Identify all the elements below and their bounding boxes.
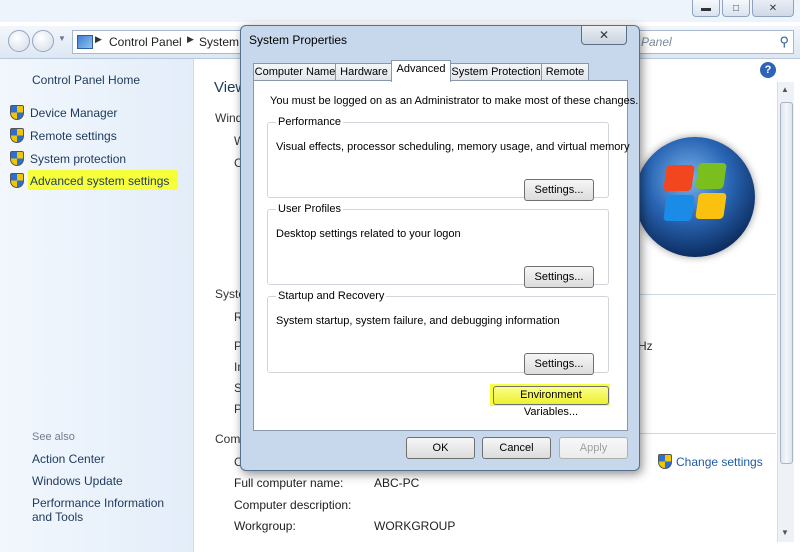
sidebar-item-label: Device Manager [30, 105, 118, 120]
user-profiles-group: User Profiles Desktop settings related t… [267, 203, 609, 288]
apply-button[interactable]: Apply [559, 437, 628, 459]
sidebar-item-label: System protection [30, 151, 127, 166]
change-settings-label: Change settings [676, 454, 763, 469]
shield-icon [10, 128, 24, 143]
sidebar-item-advanced-system-settings[interactable]: Advanced system settings [10, 173, 169, 188]
divider [634, 433, 776, 434]
forward-button[interactable] [32, 30, 54, 52]
sidebar-item-system-protection[interactable]: System protection [10, 151, 126, 166]
close-button[interactable]: ✕ [752, 0, 794, 17]
breadcrumb-arrow-icon[interactable]: ▶ [187, 34, 194, 45]
search-text-fragment: Panel [641, 35, 672, 49]
search-icon[interactable]: ⚲ [779, 34, 789, 50]
window-controls: ▬ □ ✕ [692, 0, 794, 17]
window-title-bar: ▬ □ ✕ [0, 0, 800, 22]
performance-group: Performance Visual effects, processor sc… [267, 116, 630, 201]
divider [634, 294, 776, 295]
group-title: Startup and Recovery [276, 290, 387, 302]
breadcrumb-system[interactable]: System [199, 35, 239, 49]
sidebar-item-remote-settings[interactable]: Remote settings [10, 128, 117, 143]
group-description: Visual effects, processor scheduling, me… [276, 141, 630, 153]
dialog-title: System Properties [249, 33, 348, 47]
sidebar-item-label: Advanced system settings [30, 173, 170, 188]
tab-hardware[interactable]: Hardware [335, 63, 393, 81]
group-title: Performance [276, 116, 343, 128]
scroll-up-icon[interactable]: ▲ [781, 85, 789, 94]
windows-update-link[interactable]: Windows Update [32, 474, 123, 488]
help-icon[interactable]: ? [760, 62, 776, 78]
change-settings-link[interactable]: Change settings [658, 454, 763, 469]
tab-remote[interactable]: Remote [541, 63, 589, 81]
recent-pages-dropdown-icon[interactable]: ▼ [58, 34, 66, 43]
sidebar: Control Panel Home Device Manager Remote… [0, 59, 194, 552]
system-properties-dialog: System Properties ✕ Computer Name Hardwa… [240, 25, 640, 471]
tab-computer-name[interactable]: Computer Name [253, 63, 337, 81]
advanced-tab-panel: You must be logged on as an Administrato… [253, 80, 638, 431]
group-description: System startup, system failure, and debu… [276, 315, 560, 327]
shield-icon [658, 454, 672, 469]
computer-description-label: Computer description: [234, 498, 352, 512]
windows-logo-icon [635, 137, 755, 257]
address-field[interactable]: ▶ Control Panel ▶ System [72, 30, 254, 54]
startup-recovery-settings-button[interactable]: Settings... [524, 353, 594, 375]
shield-icon [10, 105, 24, 120]
shield-icon [10, 151, 24, 166]
tab-system-protection[interactable]: System Protection [449, 63, 543, 81]
search-input[interactable]: Panel ⚲ [636, 30, 794, 54]
action-center-link[interactable]: Action Center [32, 452, 105, 466]
admin-note: You must be logged on as an Administrato… [270, 95, 639, 107]
workgroup-label: Workgroup: [234, 519, 296, 533]
breadcrumb-arrow-icon[interactable]: ▶ [95, 34, 102, 45]
see-also-heading: See also [32, 431, 75, 443]
shield-icon [10, 173, 24, 188]
performance-information-link[interactable]: Performance Information and Tools [32, 496, 182, 524]
workgroup-value: WORKGROUP [374, 519, 456, 533]
minimize-button[interactable]: ▬ [692, 0, 720, 17]
sidebar-item-label: Remote settings [30, 128, 117, 143]
control-panel-home-link[interactable]: Control Panel Home [32, 73, 140, 87]
startup-recovery-group: Startup and Recovery System startup, sys… [267, 290, 609, 375]
group-title: User Profiles [276, 203, 343, 215]
ok-button[interactable]: OK [406, 437, 475, 459]
performance-settings-button[interactable]: Settings... [524, 179, 594, 201]
cancel-button[interactable]: Cancel [482, 437, 551, 459]
breadcrumb-control-panel[interactable]: Control Panel [109, 35, 182, 49]
dialog-close-button[interactable]: ✕ [581, 26, 627, 45]
tab-advanced[interactable]: Advanced [391, 60, 451, 82]
sidebar-item-device-manager[interactable]: Device Manager [10, 105, 117, 120]
full-computer-name-value: ABC-PC [374, 476, 420, 490]
full-computer-name-label: Full computer name: [234, 476, 344, 490]
scroll-down-icon[interactable]: ▼ [781, 528, 789, 537]
scroll-thumb[interactable] [780, 102, 793, 464]
group-description: Desktop settings related to your logon [276, 228, 461, 240]
environment-variables-button[interactable]: Environment Variables... [493, 386, 609, 418]
text-fragment: Hz [638, 339, 653, 353]
back-button[interactable] [8, 30, 30, 52]
maximize-button[interactable]: □ [722, 0, 750, 17]
user-profiles-settings-button[interactable]: Settings... [524, 266, 594, 288]
vertical-scrollbar[interactable]: ▲ ▼ [777, 82, 794, 542]
control-panel-icon [77, 35, 93, 49]
